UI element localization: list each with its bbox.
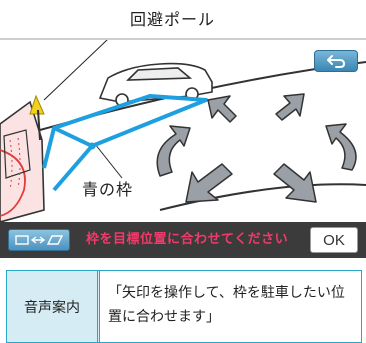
arrow-up-left-button[interactable]: [207, 95, 237, 123]
voice-guide-header: 音声案内: [7, 271, 100, 342]
back-button[interactable]: [314, 50, 358, 72]
voice-guide-text: 「矢印を操作して、枠を駐車したい位置に合わせます」: [108, 285, 345, 325]
rotate-left-button[interactable]: [156, 125, 191, 177]
instruction-message: 枠を目標位置に合わせてください: [86, 232, 289, 247]
callout-avoidance-pole: 回避ポール: [130, 10, 216, 29]
frame-pivot-icon: [88, 142, 96, 150]
camera-screen: 枠を目標位置に合わせてください OK: [0, 38, 366, 258]
frame-leader-line: [94, 143, 123, 179]
mode-switch-button[interactable]: [8, 229, 70, 251]
arrow-up-right-button[interactable]: [275, 93, 305, 121]
bottom-bar: 枠を目標位置に合わせてください OK: [0, 222, 366, 258]
ok-button[interactable]: OK: [310, 227, 358, 253]
arrow-down-right-button[interactable]: [273, 163, 317, 203]
own-vehicle-icon: [0, 100, 45, 223]
return-arrow-icon: [327, 55, 345, 68]
mode-switch-icon: [15, 235, 64, 245]
callout-blue-frame: 青の枠: [82, 180, 134, 199]
rotate-right-button[interactable]: [325, 123, 357, 171]
voice-guide-table: 音声案内 「矢印を操作して、枠を駐車したい位置に合わせます」: [6, 270, 362, 343]
